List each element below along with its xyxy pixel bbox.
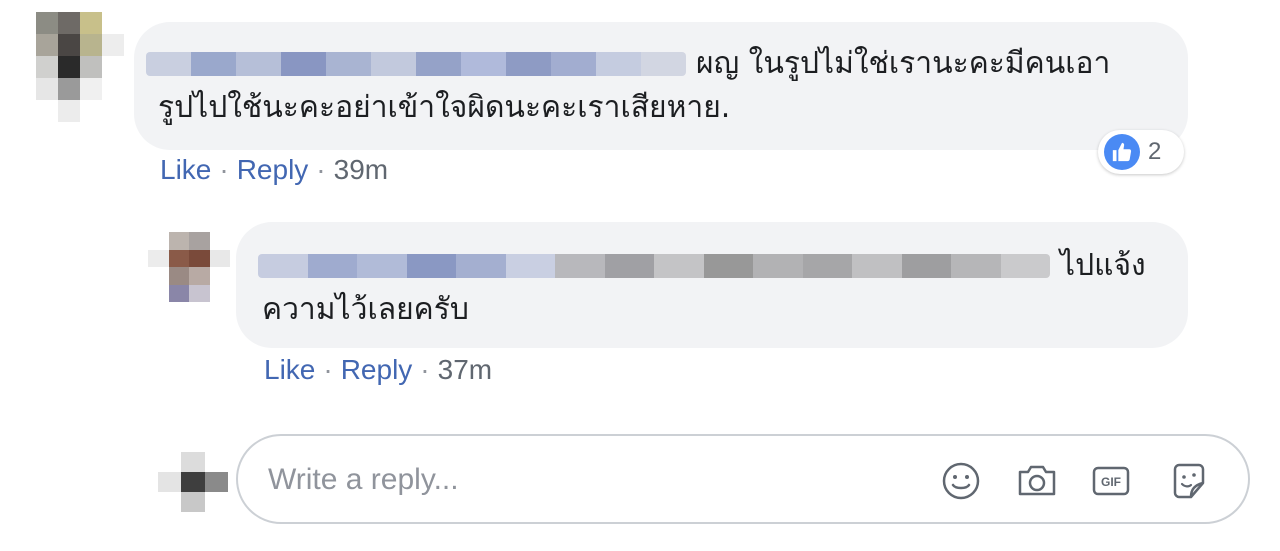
gif-icon[interactable]: GIF <box>1088 458 1134 504</box>
replier-name-redacted[interactable] <box>258 254 1050 278</box>
reply-actions: Like · Reply · 37m <box>264 354 492 386</box>
separator: · <box>219 154 229 185</box>
comment-actions: Like · Reply · 39m <box>160 154 388 186</box>
comment-timestamp[interactable]: 39m <box>334 154 388 186</box>
svg-text:GIF: GIF <box>1101 475 1121 489</box>
comment-timestamp[interactable]: 37m <box>438 354 492 386</box>
like-link[interactable]: Like <box>160 154 211 186</box>
separator: · <box>316 154 326 185</box>
reply-input[interactable] <box>268 460 888 500</box>
reaction-badge[interactable]: 2 <box>1098 130 1184 174</box>
reaction-count: 2 <box>1148 138 1162 165</box>
reply-link[interactable]: Reply <box>237 154 309 186</box>
current-user-avatar <box>158 452 228 512</box>
reply-text-line: ไปแจ้ง <box>1060 248 1146 283</box>
comment-text-line: รูปไปใช้นะคะอย่าเข้าใจผิดนะคะเราเสียหาย. <box>158 90 731 125</box>
separator: · <box>323 354 333 385</box>
emoji-icon[interactable] <box>938 458 984 504</box>
comment-thread: ผญ ในรูปไม่ใช่เรานะคะมีคนเอา รูปไปใช้นะค… <box>0 0 1280 551</box>
like-link[interactable]: Like <box>264 354 315 386</box>
thumbs-up-icon <box>1104 134 1140 170</box>
commenter-name-redacted[interactable] <box>146 52 686 76</box>
commenter-avatar[interactable] <box>14 12 124 122</box>
reply-composer[interactable]: GIF <box>236 434 1250 524</box>
separator: · <box>420 354 430 385</box>
camera-icon[interactable] <box>1014 458 1060 504</box>
replier-avatar[interactable] <box>148 232 230 302</box>
sticker-icon[interactable] <box>1166 458 1212 504</box>
comment-text-line: ผญ ในรูปไม่ใช่เรานะคะมีคนเอา <box>696 46 1111 81</box>
reply-text-line: ความไว้เลยครับ <box>262 292 469 327</box>
reply-link[interactable]: Reply <box>341 354 413 386</box>
